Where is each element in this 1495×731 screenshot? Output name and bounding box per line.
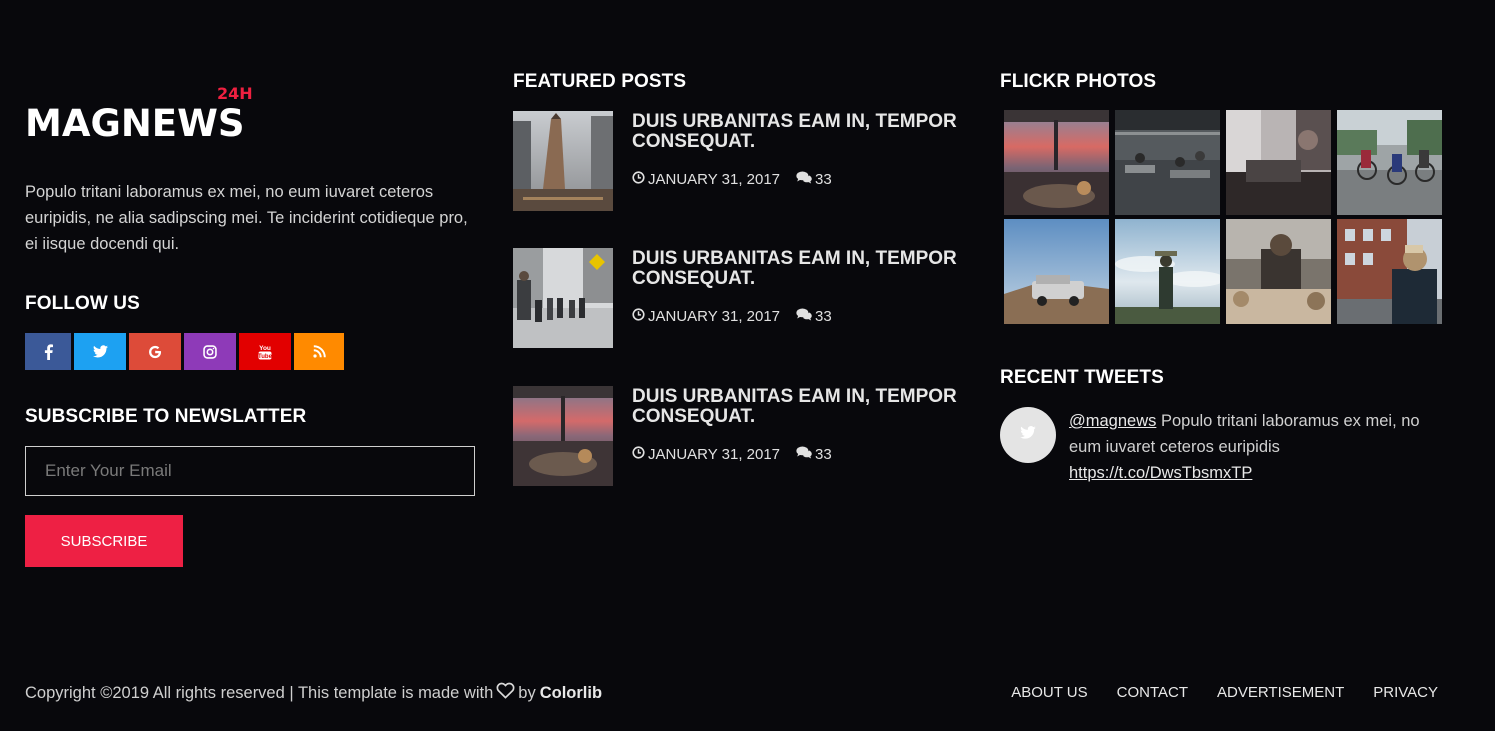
flickr-photo[interactable] bbox=[1115, 219, 1220, 324]
comments-count: 33 bbox=[815, 308, 832, 325]
post-date: JANUARY 31, 2017 bbox=[648, 171, 781, 188]
post-thumbnail[interactable] bbox=[513, 248, 613, 348]
flickr-heading: FLICKR PHOTOS bbox=[1000, 71, 1157, 92]
instagram-link[interactable] bbox=[184, 333, 236, 370]
google-icon bbox=[148, 345, 162, 359]
featured-post[interactable]: DUIS URBANITAS EAM IN, TEMPOR CONSEQUAT.… bbox=[513, 386, 963, 486]
comments-count: 33 bbox=[815, 446, 832, 463]
post-comments[interactable]: 33 bbox=[796, 308, 832, 325]
flickr-photo[interactable] bbox=[1115, 110, 1220, 215]
post-comments[interactable]: 33 bbox=[796, 446, 832, 463]
post-meta: JANUARY 31, 2017 33 bbox=[632, 308, 832, 325]
post-title[interactable]: DUIS URBANITAS EAM IN, TEMPOR CONSEQUAT. bbox=[632, 112, 962, 152]
tweet-handle-link[interactable]: @magnews bbox=[1069, 412, 1156, 430]
footer-link-advertisement[interactable]: ADVERTISEMENT bbox=[1217, 684, 1344, 701]
post-date: JANUARY 31, 2017 bbox=[648, 308, 781, 325]
logo-text: MAGNEWS bbox=[25, 102, 245, 145]
google-link[interactable] bbox=[129, 333, 181, 370]
tweet-text: @magnews Populo tritani laboramus ex mei… bbox=[1069, 408, 1449, 486]
flickr-photo[interactable] bbox=[1226, 110, 1331, 215]
flickr-photo[interactable] bbox=[1337, 219, 1442, 324]
flickr-gallery bbox=[1004, 110, 1442, 324]
clock-icon bbox=[632, 171, 645, 188]
about-text: Populo tritani laboramus ex mei, no eum … bbox=[25, 183, 468, 253]
featured-post[interactable]: DUIS URBANITAS EAM IN, TEMPOR CONSEQUAT.… bbox=[513, 248, 963, 348]
featured-heading: FEATURED POSTS bbox=[513, 71, 687, 92]
clock-icon bbox=[632, 308, 645, 325]
newsletter-heading: SUBSCRIBE TO NEWSLATTER bbox=[25, 406, 307, 427]
footer-nav: ABOUT US CONTACT ADVERTISEMENT PRIVACY bbox=[1011, 684, 1438, 701]
post-date: JANUARY 31, 2017 bbox=[648, 446, 781, 463]
rss-icon bbox=[312, 345, 326, 358]
heart-icon bbox=[496, 682, 515, 704]
email-input[interactable] bbox=[25, 446, 475, 496]
flickr-photo[interactable] bbox=[1004, 219, 1109, 324]
comments-icon bbox=[796, 446, 812, 463]
comments-count: 33 bbox=[815, 171, 832, 188]
copyright-text: Copyright ©2019 All rights reserved | Th… bbox=[25, 683, 494, 702]
flickr-photo[interactable] bbox=[1004, 110, 1109, 215]
facebook-icon bbox=[44, 343, 53, 360]
copyright-by: by bbox=[518, 683, 536, 702]
post-title[interactable]: DUIS URBANITAS EAM IN, TEMPOR CONSEQUAT. bbox=[632, 249, 962, 289]
flickr-photo[interactable] bbox=[1226, 219, 1331, 324]
tweets-heading: RECENT TWEETS bbox=[1000, 367, 1164, 388]
flickr-photo[interactable] bbox=[1337, 110, 1442, 215]
instagram-icon bbox=[203, 344, 217, 359]
clock-icon bbox=[632, 446, 645, 463]
post-meta: JANUARY 31, 2017 33 bbox=[632, 171, 832, 188]
featured-post[interactable]: DUIS URBANITAS EAM IN, TEMPOR CONSEQUAT.… bbox=[513, 111, 963, 211]
post-thumbnail[interactable] bbox=[513, 111, 613, 211]
social-links: You Tube bbox=[25, 333, 344, 370]
twitter-link[interactable] bbox=[74, 333, 126, 370]
follow-heading: FOLLOW US bbox=[25, 293, 140, 314]
post-meta: JANUARY 31, 2017 33 bbox=[632, 446, 832, 463]
twitter-icon bbox=[92, 345, 108, 358]
comments-icon bbox=[796, 308, 812, 325]
logo[interactable]: 24H MAGNEWS bbox=[25, 84, 265, 145]
colorlib-link[interactable]: Colorlib bbox=[540, 684, 602, 703]
post-title[interactable]: DUIS URBANITAS EAM IN, TEMPOR CONSEQUAT. bbox=[632, 387, 962, 427]
tweet-avatar bbox=[1000, 407, 1056, 463]
logo-superscript: 24H bbox=[217, 84, 253, 103]
youtube-icon: You Tube bbox=[257, 343, 273, 361]
svg-text:Tube: Tube bbox=[258, 354, 273, 360]
post-thumbnail[interactable] bbox=[513, 386, 613, 486]
copyright: Copyright ©2019 All rights reserved | Th… bbox=[25, 682, 602, 704]
facebook-link[interactable] bbox=[25, 333, 71, 370]
subscribe-button[interactable]: SUBSCRIBE bbox=[25, 515, 183, 567]
rss-link[interactable] bbox=[294, 333, 344, 370]
comments-icon bbox=[796, 171, 812, 188]
footer-link-contact[interactable]: CONTACT bbox=[1117, 684, 1188, 701]
footer-link-about[interactable]: ABOUT US bbox=[1011, 684, 1087, 701]
twitter-icon bbox=[1020, 426, 1036, 444]
youtube-link[interactable]: You Tube bbox=[239, 333, 291, 370]
post-comments[interactable]: 33 bbox=[796, 171, 832, 188]
footer-link-privacy[interactable]: PRIVACY bbox=[1373, 684, 1438, 701]
svg-text:You: You bbox=[259, 345, 271, 352]
tweet-url-link[interactable]: https://t.co/DwsTbsmxTP bbox=[1069, 464, 1252, 482]
